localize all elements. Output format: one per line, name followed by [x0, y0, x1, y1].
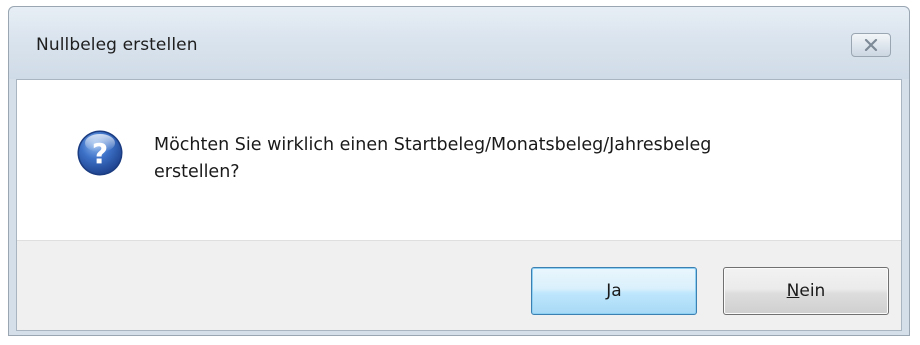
yes-button[interactable]: Ja: [531, 267, 697, 315]
dialog-client-area: ? Möchten Sie wirklich einen Startbeleg/…: [16, 79, 902, 331]
yes-button-label: Ja: [606, 281, 622, 301]
dialog-title: Nullbeleg erstellen: [36, 35, 198, 55]
no-button-label: Nein: [787, 281, 826, 301]
close-button[interactable]: [851, 33, 891, 57]
question-icon: ?: [76, 129, 124, 177]
svg-text:?: ?: [92, 137, 108, 170]
no-button[interactable]: Nein: [723, 267, 889, 315]
dialog-window: Nullbeleg erstellen ? Möchten Sie wirkli…: [8, 6, 910, 336]
no-button-label-rest: ein: [799, 281, 826, 301]
message-line-1: Möchten Sie wirklich einen Startbeleg/Mo…: [154, 135, 712, 155]
screen: Nullbeleg erstellen ? Möchten Sie wirkli…: [0, 0, 920, 345]
dialog-message: Möchten Sie wirklich einen Startbeleg/Mo…: [154, 132, 874, 186]
message-line-2: erstellen?: [154, 162, 240, 182]
message-area: ? Möchten Sie wirklich einen Startbeleg/…: [17, 80, 901, 240]
no-button-mnemonic: N: [786, 281, 800, 301]
close-icon: [864, 39, 878, 51]
title-bar[interactable]: Nullbeleg erstellen: [9, 7, 909, 79]
button-bar: Ja Nein: [17, 240, 901, 330]
